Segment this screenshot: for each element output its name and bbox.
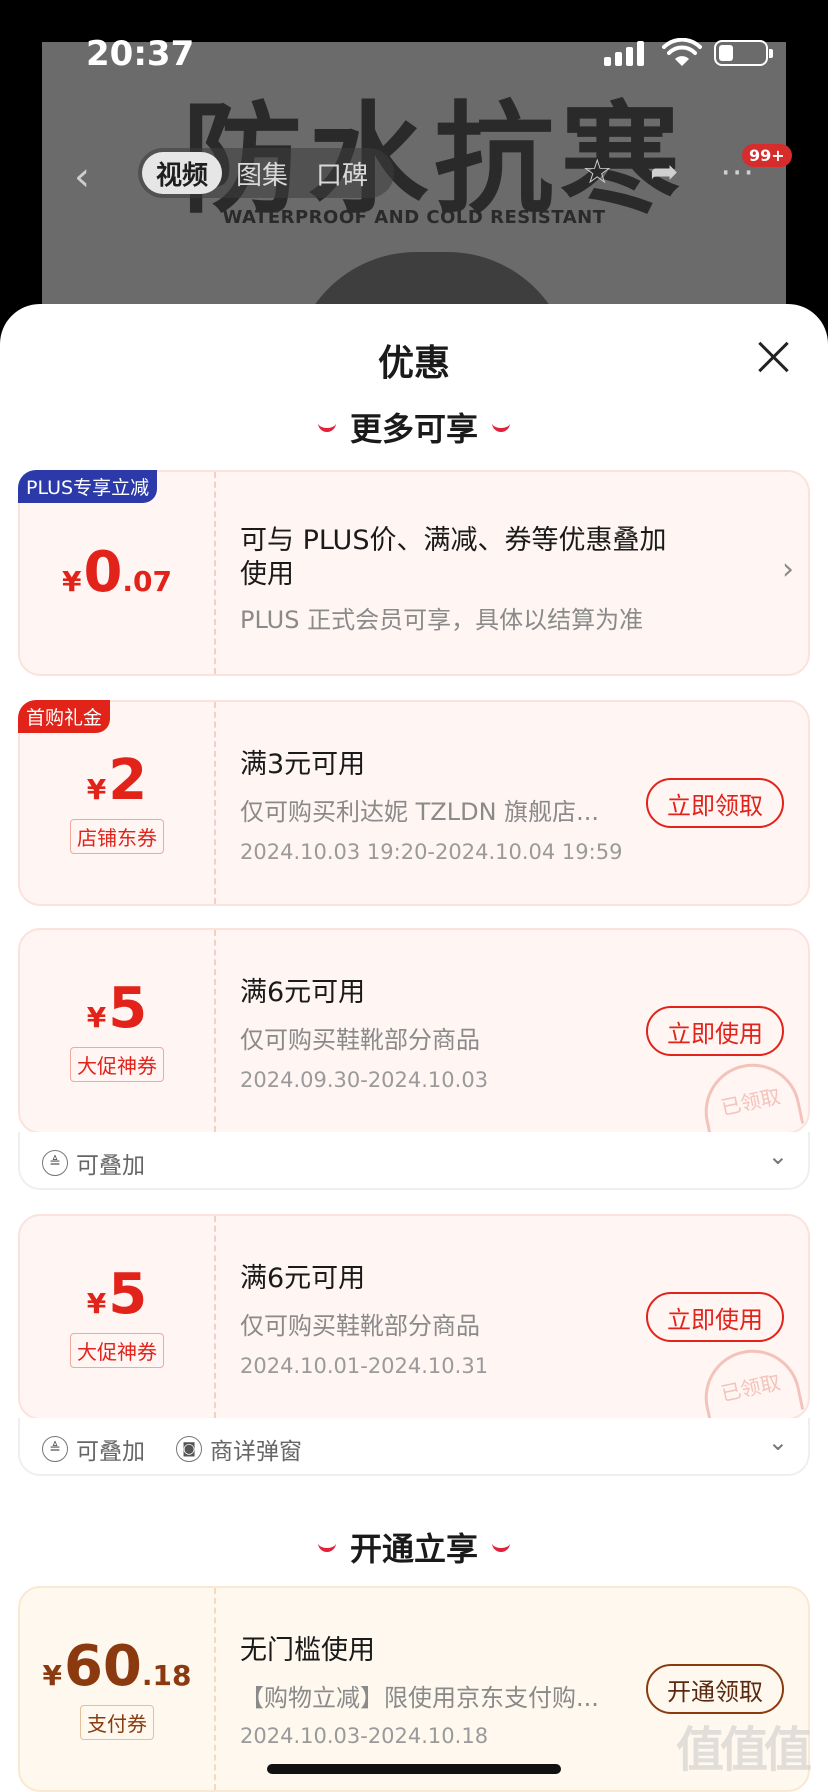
back-arrow-icon[interactable]: ‹ [74, 154, 90, 200]
coupon-amount: ¥5 [86, 1261, 148, 1327]
media-tabs: 视频 图集 口碑 [138, 148, 394, 198]
popup-label: ◙ 商详弹窗 [176, 1432, 302, 1466]
coupon-type-tag: 店铺东券 [70, 818, 164, 854]
coupon-amount-area: ¥60.18 支付券 [20, 1588, 216, 1790]
section-activate: 开通立享 [0, 1524, 828, 1570]
coupon-scope: 仅可购买利达妮 TZLDN 旗舰店... [240, 798, 600, 826]
chevron-down-icon[interactable]: ⌄ [768, 1142, 788, 1170]
coupon-validity: 2024.10.03 19:20-2024.10.04 19:59 [240, 840, 623, 864]
activate-claim-button[interactable]: 开通领取 [646, 1664, 784, 1714]
battery-icon [714, 40, 773, 66]
home-indicator[interactable] [267, 1764, 561, 1774]
stack-icon: ≜ [42, 1436, 68, 1462]
status-time: 20:37 [86, 34, 195, 74]
coupon-validity: 2024.09.30-2024.10.03 [240, 1068, 489, 1092]
coupon-card-promo-1[interactable]: ¥5 大促神券 满6元可用 仅可购买鞋靴部分商品 2024.09.30-2024… [18, 928, 810, 1134]
coupon-condition: 满3元可用 [240, 749, 366, 780]
coupon-footer: ≜ 可叠加 ⌄ [18, 1132, 810, 1190]
smile-deco-icon [317, 423, 336, 432]
coupon-condition: 满6元可用 [240, 977, 366, 1008]
coupon-type-tag: 大促神券 [70, 1332, 164, 1368]
coupon-card-firstbuy[interactable]: 首购礼金 ¥2 店铺东券 满3元可用 仅可购买利达妮 TZLDN 旗舰店... … [18, 700, 810, 906]
coupon-amount: ¥60.18 [42, 1633, 192, 1699]
coupon-footer: ≜ 可叠加 ◙ 商详弹窗 ⌄ [18, 1418, 810, 1476]
chevron-down-icon[interactable]: ⌄ [768, 1428, 788, 1456]
use-button[interactable]: 立即使用 [646, 1006, 784, 1056]
product-navbar: ‹ 视频 图集 口碑 ☆ ➦ ⋯ [0, 140, 828, 204]
coupon-amount: ¥0.07 [61, 540, 173, 605]
smile-deco-icon [492, 423, 510, 432]
star-icon[interactable]: ☆ [582, 152, 612, 192]
signal-icon [604, 40, 644, 66]
coupon-validity: 2024.10.01-2024.10.31 [240, 1354, 489, 1378]
coupon-amount-area: ¥0.07 [20, 472, 216, 674]
coupon-condition: 无门槛使用 [240, 1635, 375, 1666]
coupon-card-promo-2[interactable]: ¥5 大促神券 满6元可用 仅可购买鞋靴部分商品 2024.10.01-2024… [18, 1214, 810, 1420]
coupon-amount-area: ¥5 大促神券 [20, 930, 216, 1132]
stackable-label: ≜ 可叠加 [42, 1146, 145, 1180]
coupon-desc: 可与 PLUS价、满减、券等优惠叠加 [240, 525, 667, 556]
notification-badge: 99+ [742, 144, 792, 167]
coupon-scope: 仅可购买鞋靴部分商品 [240, 1026, 480, 1054]
close-icon[interactable] [756, 340, 790, 374]
coupon-info: 可与 PLUS价、满减、券等优惠叠加 使用 PLUS 正式会员可享，具体以结算为… [240, 472, 788, 674]
tab-reviews[interactable]: 口碑 [302, 152, 382, 194]
use-button[interactable]: 立即使用 [646, 1292, 784, 1342]
watermark: 值值值 [676, 1722, 812, 1778]
coupon-info: 满3元可用 仅可购买利达妮 TZLDN 旗舰店... 2024.10.03 19… [240, 702, 788, 904]
popup-icon: ◙ [176, 1436, 202, 1462]
coupon-scope: 仅可购买鞋靴部分商品 [240, 1312, 480, 1340]
coupon-note: PLUS 正式会员可享，具体以结算为准 [240, 606, 644, 634]
coupon-amount: ¥2 [86, 747, 148, 813]
coupon-amount: ¥5 [86, 975, 148, 1041]
claim-button[interactable]: 立即领取 [646, 778, 784, 828]
coupon-card-plus[interactable]: PLUS专享立减 ¥0.07 可与 PLUS价、满减、券等优惠叠加 使用 PLU… [18, 470, 810, 676]
tab-video[interactable]: 视频 [142, 152, 223, 194]
coupon-amount-area: ¥5 大促神券 [20, 1216, 216, 1418]
discount-sheet: 优惠 更多可享 PLUS专享立减 ¥0.07 可与 PLUS价、满减、券等优惠叠… [0, 304, 828, 1792]
chevron-right-icon[interactable]: › [782, 552, 794, 587]
coupon-type-tag: 大促神券 [70, 1046, 164, 1082]
coupon-type-tag: 支付券 [80, 1704, 154, 1740]
coupon-validity: 2024.10.03-2024.10.18 [240, 1724, 489, 1748]
wifi-icon [662, 38, 702, 66]
coupon-condition: 满6元可用 [240, 1263, 366, 1294]
smile-deco-icon [317, 1543, 336, 1552]
share-icon[interactable]: ➦ [650, 152, 679, 192]
stack-icon: ≜ [42, 1150, 68, 1176]
coupon-scope: 【购物立减】限使用京东支付购... [240, 1684, 599, 1712]
coupon-desc-cont: 使用 [240, 559, 294, 590]
smile-deco-icon [492, 1543, 510, 1552]
status-bar: 20:37 [0, 0, 828, 100]
sheet-title: 优惠 [377, 343, 450, 384]
section-more: 更多可享 [0, 404, 828, 450]
stackable-label: ≜ 可叠加 [42, 1432, 145, 1466]
product-subline: WATERPROOF AND COLD RESISTANT [222, 207, 606, 228]
tab-gallery[interactable]: 图集 [222, 152, 302, 194]
coupon-amount-area: ¥2 店铺东券 [20, 702, 216, 904]
